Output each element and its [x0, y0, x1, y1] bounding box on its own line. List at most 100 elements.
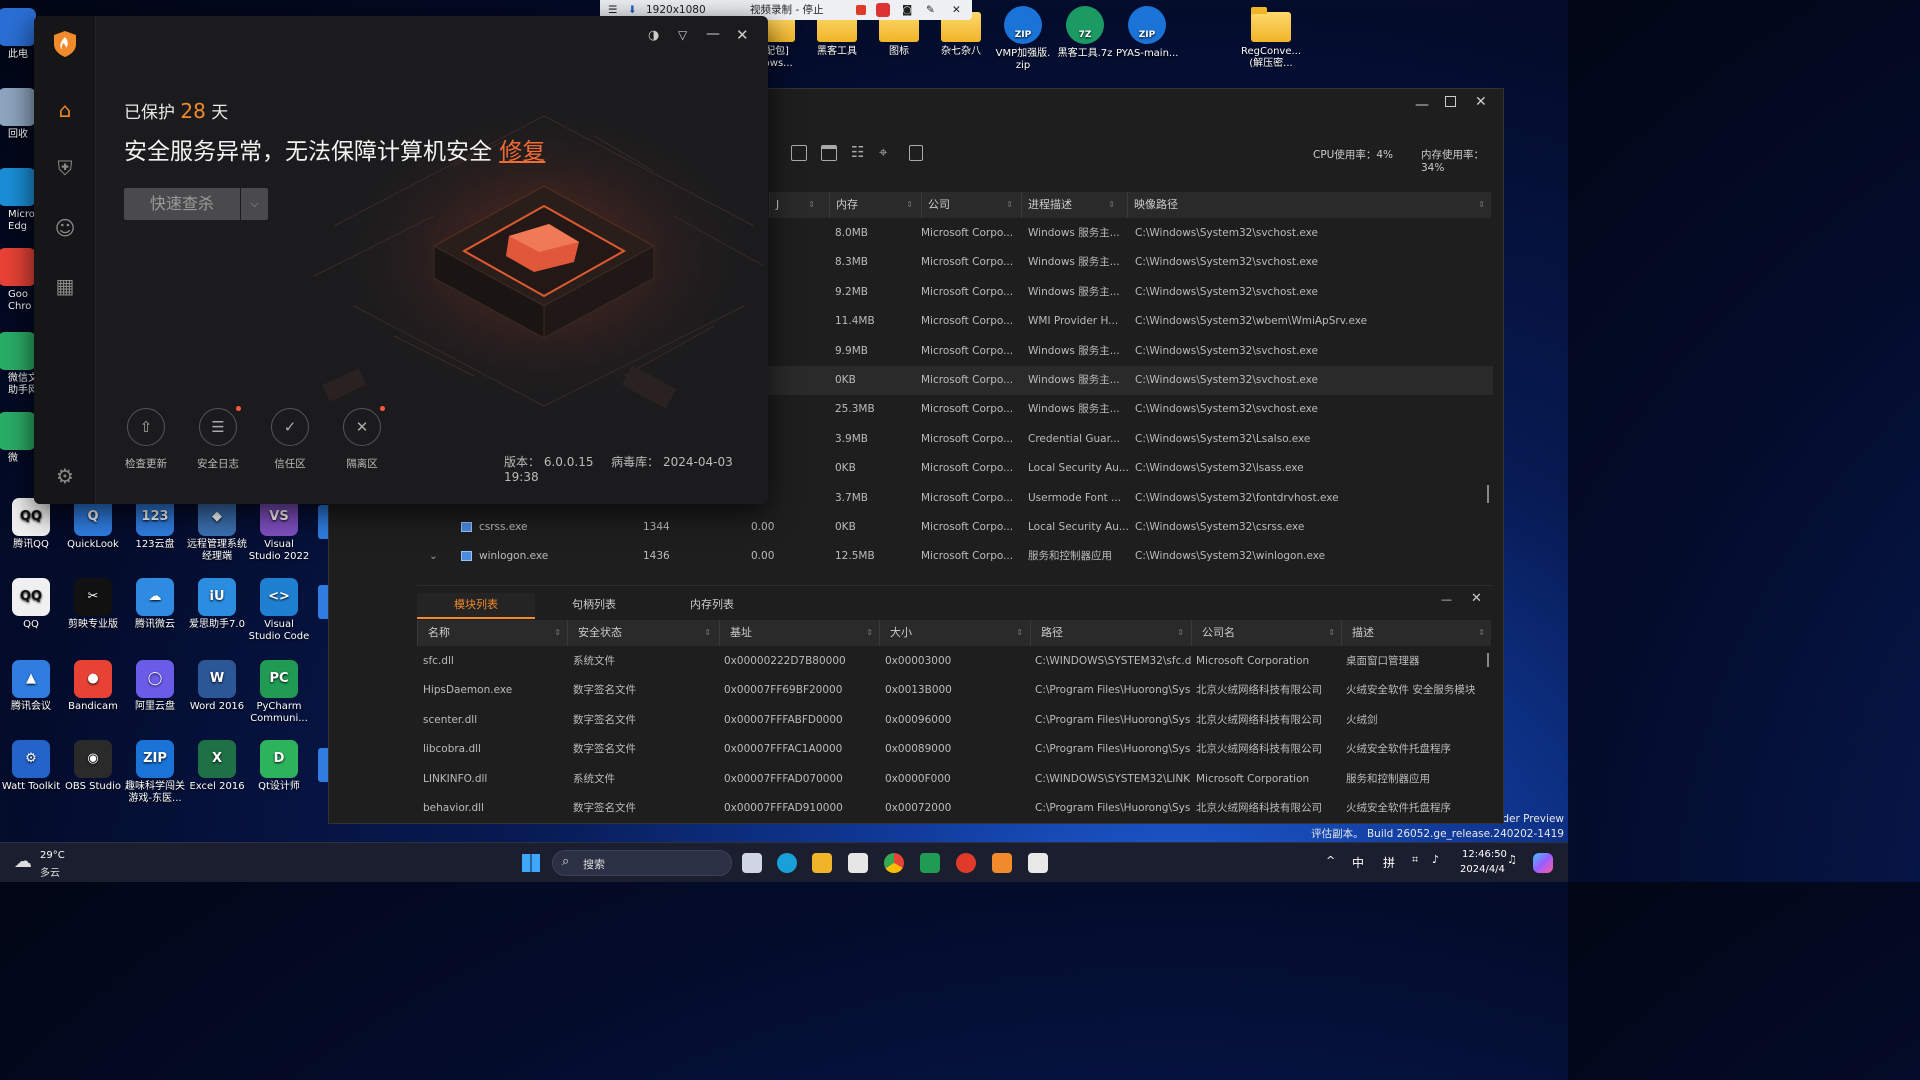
desktop-icon[interactable]: ◯ 阿里云盘: [124, 660, 186, 713]
desktop-icon[interactable]: ☁ 腾讯微云: [124, 578, 186, 631]
table-row[interactable]: sfc.dll 系统文件 0x00000222D7B80000 0x00003000 C…: [417, 647, 1493, 676]
theme-icon[interactable]: ◑: [648, 28, 659, 43]
task-view-icon[interactable]: [742, 853, 762, 873]
notification-bell-icon[interactable]: ♫: [1507, 853, 1517, 866]
table-row[interactable]: libcobra.dll 数字签名文件 0x00007FFFAC1A0000 0x00…: [417, 735, 1493, 764]
expand-chevron-icon[interactable]: ⌄: [429, 542, 438, 571]
bottom-tab[interactable]: 模块列表: [417, 593, 535, 619]
desktop-icon[interactable]: ⚙ Watt Toolkit: [0, 740, 62, 793]
store-icon[interactable]: [848, 853, 868, 873]
module-column-header[interactable]: 基址 ⇕: [719, 620, 879, 646]
file-explorer-icon[interactable]: [812, 853, 832, 873]
network-icon[interactable]: ⌗: [1412, 853, 1418, 867]
minimize-button[interactable]: —: [706, 26, 720, 42]
toolbar-window-icon[interactable]: [821, 145, 837, 161]
module-column-header[interactable]: 描述 ⇕: [1341, 620, 1491, 646]
huorong-taskbar-icon[interactable]: [992, 853, 1012, 873]
tool-button[interactable]: ☰ 安全日志: [182, 406, 254, 471]
module-column-header[interactable]: 安全状态 ⇕: [567, 620, 717, 646]
module-column-header[interactable]: 名称 ⇕: [417, 620, 567, 646]
quick-scan-button[interactable]: 快速查杀: [124, 188, 240, 220]
weather-icon[interactable]: ☁: [14, 851, 32, 872]
tools-icon[interactable]: ▦: [53, 274, 77, 298]
tool-button[interactable]: ⇧ 检查更新: [110, 408, 182, 471]
desktop-icon[interactable]: 123 123云盘: [124, 498, 186, 551]
clock-time[interactable]: 12:46:50: [1462, 849, 1507, 860]
close-button[interactable]: ✕: [736, 26, 749, 44]
ime-pinyin[interactable]: 拼: [1383, 854, 1395, 871]
table-row[interactable]: LINKINFO.dll 系统文件 0x00007FFFAD070000 0x0000…: [417, 765, 1493, 794]
column-header[interactable]: 进程描述 ⇕: [1021, 192, 1121, 218]
tool-button[interactable]: ✕ 隔离区: [326, 406, 398, 471]
desktop-icon[interactable]: ZIP VMP加强版. zip: [992, 6, 1054, 72]
chrome-icon[interactable]: [884, 853, 904, 873]
desktop-icon[interactable]: iU 爱思助手7.0: [186, 578, 248, 631]
desktop-icon[interactable]: ◆ 远程管理系统 经理端: [186, 498, 248, 563]
minimize-button[interactable]: —: [1415, 97, 1429, 113]
desktop-icon[interactable]: PC PyCharm Communi...: [248, 660, 310, 725]
table-row[interactable]: ⌄ winlogon.exe 1436 0.00 12.5MB Microsoft Cor…: [417, 542, 1493, 571]
close-icon[interactable]: ✕: [952, 0, 961, 20]
volume-icon[interactable]: ♪: [1432, 853, 1439, 866]
module-scrollbar[interactable]: [1487, 653, 1489, 667]
column-header[interactable]: 映像路径 ⇕: [1127, 192, 1491, 218]
ime-mode[interactable]: 中: [1352, 854, 1364, 871]
start-icon[interactable]: [522, 854, 540, 872]
desktop-icon[interactable]: ● Bandicam: [62, 660, 124, 713]
pycharm-icon[interactable]: [920, 853, 940, 873]
huorong-sword-icon[interactable]: [1028, 853, 1048, 873]
toolbar-view-icon[interactable]: [791, 145, 807, 161]
table-row[interactable]: csrss.exe 1344 0.00 0KB Microsoft Corpo... Lo…: [417, 513, 1493, 542]
stop-button[interactable]: [876, 3, 890, 17]
protection-icon[interactable]: ⛨: [53, 156, 77, 180]
desktop-icon[interactable]: X Excel 2016: [186, 740, 248, 793]
toolbar-list-icon[interactable]: ☷: [851, 143, 864, 161]
panel-minimize-button[interactable]: —: [1441, 593, 1452, 606]
desktop-icon[interactable]: ZIP PYAS-main...: [1116, 6, 1178, 60]
edge-icon[interactable]: [777, 853, 797, 873]
search-box[interactable]: ⌕ 搜索: [552, 850, 732, 876]
column-header[interactable]: 公司 ⇕: [921, 192, 1019, 218]
desktop-icon[interactable]: <> Visual Studio Code: [248, 578, 310, 643]
desktop-icon[interactable]: ZIP 趣味科学闯关 游戏-东医...: [124, 740, 186, 805]
module-column-header[interactable]: 大小 ⇕: [879, 620, 1029, 646]
table-row[interactable]: behavior.dll 数字签名文件 0x00007FFFAD910000 0x00…: [417, 794, 1493, 823]
copilot-icon[interactable]: [1533, 853, 1553, 873]
column-header[interactable]: J ⇕: [769, 192, 821, 218]
camera-icon[interactable]: ◙: [902, 0, 912, 20]
repair-link[interactable]: 修复: [499, 139, 545, 165]
desktop-icon[interactable]: Q QuickLook: [62, 498, 124, 551]
pen-icon[interactable]: ✎: [926, 0, 935, 20]
bottom-tab[interactable]: 句柄列表: [535, 593, 653, 619]
weather-temp[interactable]: 29°C: [40, 850, 65, 861]
desktop-icon[interactable]: 7Z 黑客工具.7z: [1054, 6, 1116, 60]
maximize-button[interactable]: [1445, 96, 1456, 107]
clock-date[interactable]: 2024/4/4: [1460, 864, 1505, 875]
scan-mode-dropdown[interactable]: ⌵: [241, 188, 268, 220]
menu-dropdown-icon[interactable]: ▽: [678, 28, 687, 42]
panel-close-button[interactable]: ✕: [1471, 591, 1482, 606]
module-column-header[interactable]: 公司名 ⇕: [1191, 620, 1341, 646]
bottom-tab[interactable]: 内存列表: [653, 593, 771, 619]
process-scrollbar[interactable]: [1487, 485, 1489, 503]
tray-chevron-icon[interactable]: ^: [1326, 854, 1335, 867]
desktop-icon[interactable]: W Word 2016: [186, 660, 248, 713]
access-control-icon[interactable]: ☺: [53, 216, 77, 240]
desktop-icon[interactable]: ◉ OBS Studio: [62, 740, 124, 793]
record-stop-icon[interactable]: [856, 5, 866, 15]
desktop-icon[interactable]: VS Visual Studio 2022: [248, 498, 310, 563]
table-row[interactable]: HipsDaemon.exe 数字签名文件 0x00007FF69BF20000 0x…: [417, 676, 1493, 705]
column-header[interactable]: 内存 ⇕: [829, 192, 919, 218]
settings-icon[interactable]: ⚙: [53, 464, 77, 488]
recorder-icon[interactable]: [956, 853, 976, 873]
desktop-icon[interactable]: RegConve... (解压密...: [1240, 6, 1302, 70]
desktop-icon[interactable]: QQ 腾讯QQ: [0, 498, 62, 551]
toolbar-scan-icon[interactable]: ⌖: [879, 143, 887, 161]
close-button[interactable]: ✕: [1475, 94, 1487, 110]
toolbar-report-icon[interactable]: [909, 145, 923, 161]
table-row[interactable]: scenter.dll 数字签名文件 0x00007FFFABFD0000 0x000…: [417, 706, 1493, 735]
desktop-icon[interactable]: ✂ 剪映专业版: [62, 578, 124, 631]
desktop-icon[interactable]: QQ QQ: [0, 578, 62, 631]
module-column-header[interactable]: 路径 ⇕: [1030, 620, 1190, 646]
home-icon[interactable]: ⌂: [53, 98, 77, 122]
